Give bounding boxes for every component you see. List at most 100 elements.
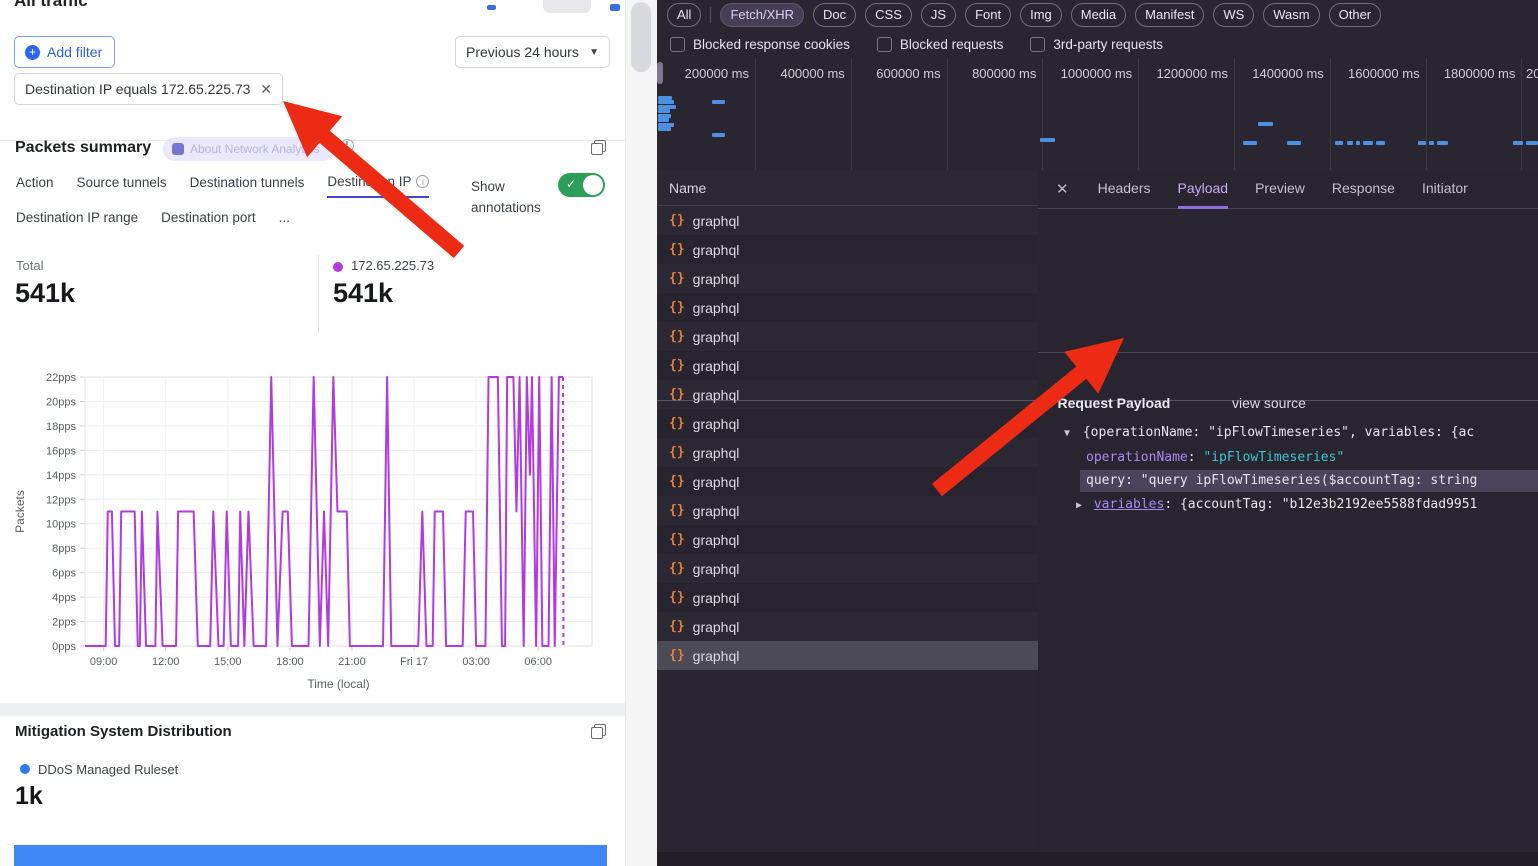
network-request-row[interactable]: {}graphql (657, 380, 1038, 409)
svg-text:09:00: 09:00 (90, 656, 118, 668)
network-request-row[interactable]: {}graphql (657, 409, 1038, 438)
svg-text:21:00: 21:00 (338, 656, 366, 668)
network-request-row[interactable]: {}graphql (657, 554, 1038, 583)
filter-pill-wasm[interactable]: Wasm (1263, 3, 1319, 27)
tab-action[interactable]: Action (16, 174, 54, 198)
scrollbar-thumb[interactable] (631, 2, 651, 72)
checkbox-label: Blocked requests (900, 37, 1004, 52)
show-annotations-toggle[interactable]: ✓ (558, 173, 605, 197)
tab-destination-port[interactable]: Destination port (161, 210, 256, 225)
json-request-icon: {} (669, 532, 685, 547)
filter-pill-manifest[interactable]: Manifest (1135, 3, 1204, 27)
checkbox-blocked-requests[interactable]: Blocked requests (877, 37, 1004, 52)
filter-pill-css[interactable]: CSS (865, 3, 912, 27)
request-timing-marker (1243, 141, 1257, 145)
filter-pill-font[interactable]: Font (965, 3, 1011, 27)
checkbox-icon[interactable] (1030, 37, 1045, 52)
checkbox-3rd-party-requests[interactable]: 3rd-party requests (1030, 37, 1163, 52)
screenshot-seam (657, 400, 1538, 401)
network-request-row[interactable]: {}graphql (657, 612, 1038, 641)
divider (710, 7, 711, 23)
timeline-tick-label: 1600000 ms (1310, 66, 1420, 82)
network-request-row[interactable]: {}graphql (657, 264, 1038, 293)
close-icon[interactable]: ✕ (1056, 180, 1069, 198)
view-source-link[interactable]: view source (1232, 395, 1306, 411)
network-overview-timeline[interactable]: 200000 ms400000 ms600000 ms800000 ms1000… (657, 58, 1538, 170)
request-timing-marker (1418, 141, 1426, 145)
network-request-row[interactable]: {}graphql (657, 351, 1038, 380)
network-request-row[interactable]: {}graphql (657, 438, 1038, 467)
json-request-icon: {} (669, 445, 685, 460)
svg-text:6pps: 6pps (52, 568, 76, 580)
network-request-row[interactable]: {}graphql (657, 583, 1038, 612)
network-request-row[interactable]: {}graphql (657, 496, 1038, 525)
network-request-row[interactable]: {}graphql (657, 641, 1038, 670)
request-name: graphql (693, 532, 740, 548)
checkbox-blocked-response-cookies[interactable]: Blocked response cookies (670, 37, 850, 52)
checkbox-icon[interactable] (877, 37, 892, 52)
add-filter-button[interactable]: + Add filter (14, 36, 115, 68)
svg-text:8pps: 8pps (52, 543, 76, 555)
tab-destination-ip-range[interactable]: Destination IP range (16, 210, 138, 225)
request-name: graphql (693, 242, 740, 258)
tab-destination-ip[interactable]: Destination IPi (327, 174, 429, 198)
request-name: graphql (693, 271, 740, 287)
payload-summary-row[interactable]: ▼ {operationName: "ipFlowTimeseries", va… (1038, 422, 1538, 444)
request-name: graphql (693, 300, 740, 316)
filter-chip[interactable]: Destination IP equals 172.65.225.73 ✕ (14, 73, 283, 105)
detail-tab-preview[interactable]: Preview (1255, 170, 1305, 209)
network-request-row[interactable]: {} graphql (657, 525, 1038, 554)
checkbox-icon[interactable] (670, 37, 685, 52)
filter-pill-all[interactable]: All (667, 3, 701, 27)
request-timing-marker (1258, 122, 1273, 126)
packets-summary-title: Packets summary (15, 139, 151, 157)
timeline-tick-label: 800000 ms (926, 66, 1036, 82)
detail-tab-initiator[interactable]: Initiator (1422, 170, 1468, 209)
filter-pill-doc[interactable]: Doc (813, 3, 856, 27)
request-name: graphql (693, 474, 740, 490)
network-request-row[interactable]: {} graphql (657, 235, 1038, 264)
more-tabs-button[interactable]: ... (279, 210, 290, 225)
request-timing-marker (1040, 138, 1055, 142)
expand-card-icon[interactable] (591, 724, 606, 739)
expand-card-icon[interactable] (591, 140, 606, 155)
show-annotations-label: Show annotations (471, 176, 557, 218)
detail-tab-headers[interactable]: Headers (1098, 170, 1151, 209)
svg-text:12pps: 12pps (46, 494, 76, 506)
page-title: All traffic (14, 0, 88, 11)
checkbox-label: Blocked response cookies (693, 37, 850, 52)
toggle-knob (583, 175, 603, 195)
json-request-icon: {} (669, 242, 685, 257)
series-dot (333, 262, 343, 272)
filter-pill-js[interactable]: JS (921, 3, 956, 27)
payload-variables-row[interactable]: ▶ variables: {accountTag: "b12e3b2192ee5… (1038, 494, 1538, 516)
remove-filter-icon[interactable]: ✕ (260, 81, 272, 98)
network-request-row[interactable]: {}graphql (657, 467, 1038, 496)
tab-source-tunnels[interactable]: Source tunnels (77, 174, 167, 198)
filter-pill-other[interactable]: Other (1329, 3, 1382, 27)
svg-text:Time (local): Time (local) (307, 677, 369, 691)
request-timing-marker (1429, 141, 1434, 145)
tab-destination-tunnels[interactable]: Destination tunnels (190, 174, 305, 198)
about-network-analytics-badge: About Network Analytics (163, 137, 335, 161)
json-request-icon: {} (669, 358, 685, 373)
svg-text:Packets: Packets (13, 490, 27, 533)
detail-tab-payload[interactable]: Payload (1178, 170, 1229, 209)
timeline-gridline (1521, 58, 1522, 170)
time-range-dropdown[interactable]: Previous 24 hours ▼ (455, 36, 610, 68)
network-request-row[interactable]: {}graphql (657, 293, 1038, 322)
request-payload-section[interactable]: ▼ Request Payload view source (1038, 392, 1538, 414)
network-request-row[interactable]: {}graphql (657, 206, 1038, 235)
legend-dot (20, 764, 30, 774)
network-request-row[interactable]: {}graphql (657, 322, 1038, 351)
request-timing-marker (1437, 141, 1448, 145)
detail-tab-response[interactable]: Response (1332, 170, 1395, 209)
filter-pill-img[interactable]: Img (1020, 3, 1062, 27)
triangle-down-icon: ▼ (1064, 428, 1070, 439)
filter-pill-media[interactable]: Media (1071, 3, 1126, 27)
timeline-tick-label: 1800000 ms (1405, 66, 1515, 82)
filter-pill-ws[interactable]: WS (1213, 3, 1254, 27)
filter-pill-fetch-xhr[interactable]: Fetch/XHR (720, 3, 804, 27)
name-column-header[interactable]: Name (657, 170, 1038, 206)
scrollbar-track[interactable] (625, 0, 658, 866)
